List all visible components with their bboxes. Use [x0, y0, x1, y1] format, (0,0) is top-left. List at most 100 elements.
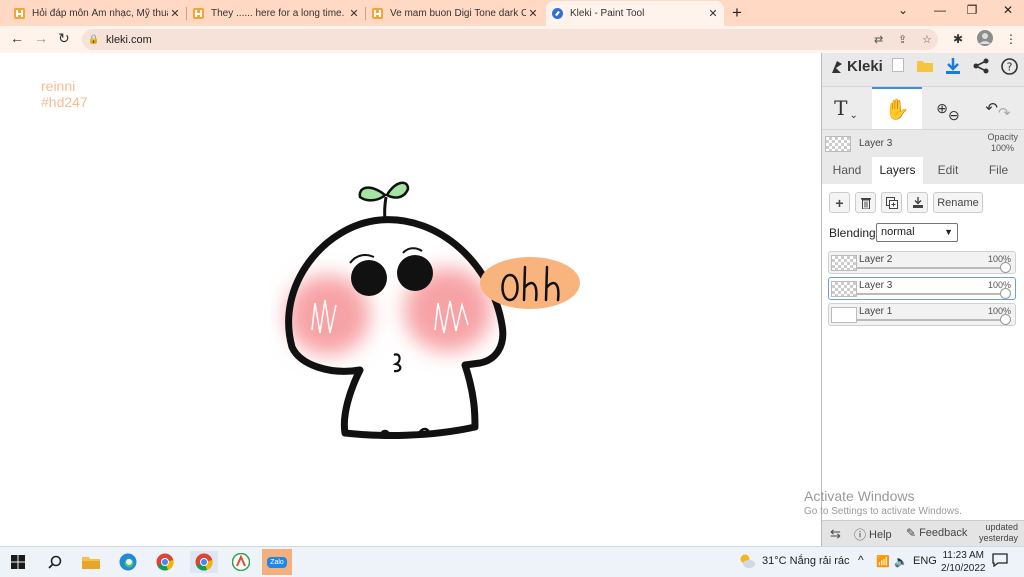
sprout-left-leaf [358, 186, 387, 202]
back-icon[interactable]: ← [10, 30, 24, 46]
tab-file[interactable]: File [973, 157, 1024, 184]
zalo-icon[interactable]: Zalo [262, 549, 292, 575]
edge-icon[interactable] [117, 551, 139, 573]
slider-knob[interactable] [1000, 288, 1011, 299]
signature-tag: #hd247 [41, 94, 88, 110]
windows-taskbar: Zalo 31°C Nắng rải rác ^ 📶 🔈 ENG 11:23 A… [0, 546, 1024, 577]
merge-down-icon [912, 196, 923, 208]
updated-line1: updated [985, 522, 1018, 532]
kleki-logo-icon [832, 60, 842, 73]
omnibox[interactable]: 🔒 kleki.com [82, 29, 938, 50]
mushroom-drawing [285, 181, 580, 439]
current-layer-name: Layer 3 [859, 138, 893, 149]
notifications-icon[interactable] [992, 553, 1008, 570]
tray-chevron-up-icon[interactable]: ^ [858, 553, 864, 567]
share-icon[interactable] [973, 58, 989, 77]
browser-tab-vemam[interactable]: Ve mam buon Digi Tone dark Cs ✕ [366, 1, 544, 26]
layer-item-selected[interactable]: Layer 3 100% [828, 277, 1016, 300]
mouth [392, 353, 402, 373]
activate-windows-watermark: Activate Windows Go to Settings to activ… [804, 488, 962, 517]
slider-knob[interactable] [1000, 314, 1011, 325]
delete-layer-button[interactable] [855, 192, 876, 213]
chrome-profile-icon[interactable] [190, 551, 218, 573]
window-close-icon[interactable]: ✕ [998, 3, 1018, 17]
tab-title: Ve mam buon Digi Tone dark Cs [390, 8, 526, 19]
extensions-puzzle-icon[interactable]: ✱ [953, 32, 963, 46]
weather-icon[interactable] [738, 553, 756, 572]
help-icon[interactable]: ? [1001, 58, 1018, 78]
kleki-logo[interactable]: Kleki [830, 58, 883, 75]
tab-search-chevron-icon[interactable]: ⌄ [893, 3, 913, 17]
close-tab-icon[interactable]: ✕ [168, 7, 182, 20]
layer-item[interactable]: Layer 2 100% [828, 251, 1016, 274]
drawing-canvas[interactable]: reinni #hd247 [0, 53, 822, 546]
browser-tab-hoidap[interactable]: Hỏi đáp môn Âm nhạc, Mỹ thuật, ✕ [8, 1, 186, 26]
layer-opacity-slider[interactable] [857, 262, 1011, 273]
updated-note[interactable]: updated yesterday [979, 522, 1018, 544]
slider-knob[interactable] [1000, 262, 1011, 273]
pencil-icon: ✎ [906, 526, 917, 540]
profile-avatar[interactable] [977, 30, 993, 49]
clock-time: 11:23 AM [942, 550, 984, 561]
browser-menu-icon[interactable]: ⋮ [1005, 32, 1017, 46]
network-icon[interactable]: 📶 [876, 555, 890, 568]
swap-sides-icon[interactable]: ⇆ [830, 526, 841, 542]
current-layer-row: Layer 3 Opacity 100% [822, 129, 1024, 157]
kleki-sidebar: Kleki ? T ⌄ ✋ ⊕ ⊖ ↶ ↷ Layer 3 Opacity 100% … [822, 53, 1024, 547]
windows-start-icon[interactable] [7, 551, 29, 573]
duplicate-layer-button[interactable] [881, 192, 902, 213]
clock-date: 2/10/2022 [941, 563, 986, 574]
trash-icon [860, 197, 871, 209]
blending-select[interactable]: normal ▼ [876, 223, 958, 242]
volume-icon[interactable]: 🔈 [894, 555, 908, 568]
rename-button[interactable]: Rename [933, 192, 983, 213]
layer-opacity-slider[interactable] [857, 314, 1011, 325]
layer-item[interactable]: Layer 1 100% [828, 303, 1016, 326]
drawing-app-icon[interactable] [228, 551, 254, 573]
download-icon[interactable] [946, 58, 960, 77]
minimize-icon[interactable]: — [930, 3, 950, 17]
left-eye [351, 260, 387, 296]
translate-icon[interactable]: ⇄ [874, 33, 883, 46]
text-tool-icon[interactable]: T ⌄ [822, 87, 870, 129]
restore-icon[interactable]: ❐ [962, 3, 982, 17]
search-icon[interactable] [44, 551, 66, 573]
activate-title: Activate Windows [804, 488, 915, 504]
browser-tab-kleki[interactable]: Kleki - Paint Tool ✕ [546, 1, 724, 26]
file-explorer-icon[interactable] [80, 551, 102, 573]
reload-icon[interactable]: ↻ [58, 30, 70, 47]
merge-down-button[interactable] [907, 192, 928, 213]
open-folder-icon[interactable] [917, 58, 933, 75]
layer-opacity-slider[interactable] [857, 288, 1011, 299]
bookmark-star-icon[interactable]: ☆ [922, 33, 932, 46]
clock[interactable]: 11:23 AM 2/10/2022 [941, 549, 986, 575]
svg-text:?: ? [1007, 61, 1013, 74]
url-text[interactable]: kleki.com [106, 34, 152, 46]
undo-redo-icon[interactable]: ↶ ↷ [974, 87, 1022, 129]
language-indicator[interactable]: ENG [913, 555, 937, 567]
sidebar-bottom-bar: ⇆ ⓘ Help ✎ Feedback updated yesterday [822, 520, 1024, 547]
add-layer-button[interactable]: + [829, 192, 850, 213]
weather-text[interactable]: 31°C Nắng rải rác [762, 555, 850, 567]
layer-thumbnail [831, 281, 857, 297]
share-icon[interactable]: ⇪ [898, 33, 907, 46]
forward-icon[interactable]: → [34, 30, 48, 46]
close-tab-icon[interactable]: ✕ [347, 7, 361, 20]
browser-tab-bar: Hỏi đáp môn Âm nhạc, Mỹ thuật, ✕ They ..… [0, 0, 1024, 26]
tab-hand[interactable]: Hand [822, 157, 872, 184]
logo-text: Kleki [847, 58, 883, 75]
close-tab-icon[interactable]: ✕ [706, 7, 720, 20]
close-tab-icon[interactable]: ✕ [526, 7, 540, 20]
hand-tool-icon[interactable]: ✋ [872, 87, 922, 129]
tab-edit[interactable]: Edit [923, 157, 973, 184]
chrome-icon[interactable] [154, 551, 176, 573]
feedback-button[interactable]: ✎ Feedback [906, 526, 967, 540]
new-tab-icon[interactable]: + [732, 3, 742, 23]
tab-layers[interactable]: Layers [872, 157, 923, 184]
browser-tab-they[interactable]: They ...... here for a long time. * N ✕ [187, 1, 365, 26]
sprout-right-leaf [385, 181, 410, 199]
help-button[interactable]: ⓘ Help [854, 526, 892, 543]
new-image-icon[interactable] [892, 58, 904, 75]
hoidap-favicon-icon [372, 8, 383, 19]
zoom-icon[interactable]: ⊕ ⊖ [926, 87, 970, 129]
